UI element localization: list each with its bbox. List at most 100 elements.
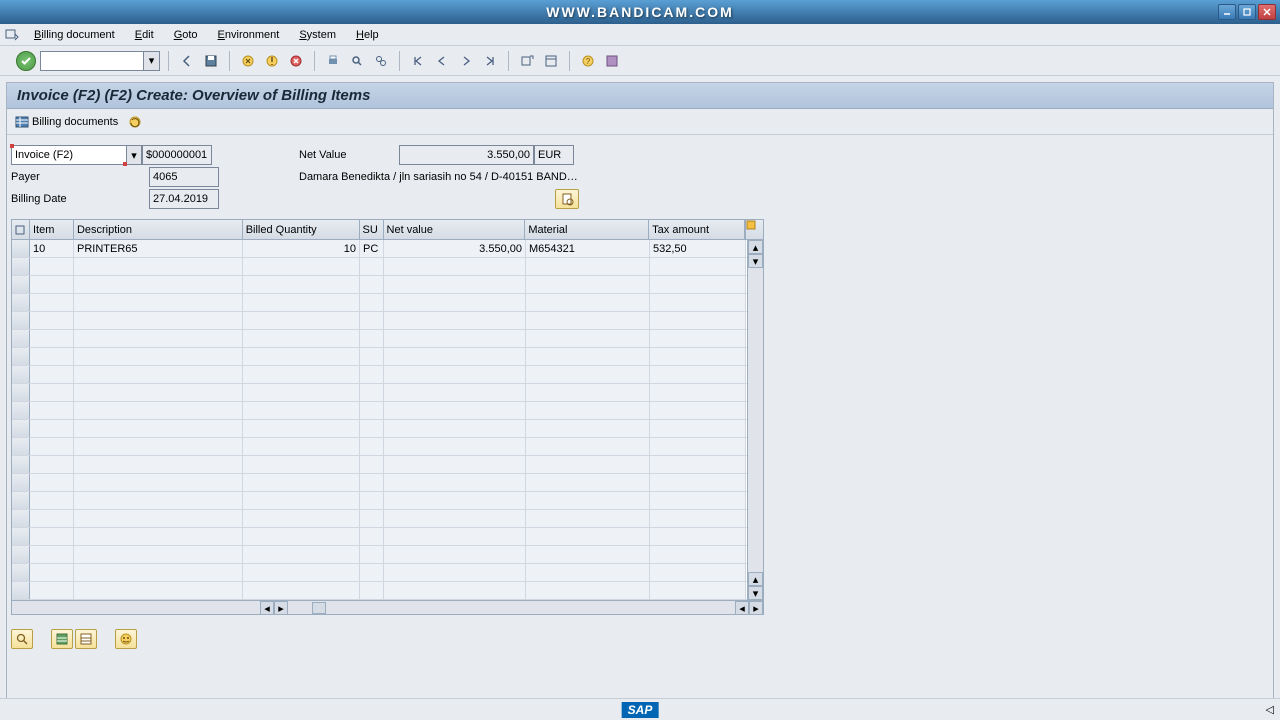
table-row[interactable] [12,528,763,546]
scroll-down-icon[interactable]: ▾ [748,254,763,268]
cell-qty[interactable] [243,420,360,437]
cell-net[interactable] [384,528,526,545]
close-button[interactable] [1258,4,1276,20]
cell-tax[interactable] [650,582,746,599]
help-button[interactable]: ? [578,51,598,71]
cell-tax[interactable] [650,492,746,509]
cell-description[interactable] [74,528,243,545]
table-row[interactable] [12,294,763,312]
cell-su[interactable] [360,510,384,527]
cell-su[interactable] [360,330,384,347]
payer-field[interactable]: 4065 [149,167,219,187]
cell-qty[interactable] [243,438,360,455]
row-selector[interactable] [12,492,30,509]
cell-qty[interactable] [243,492,360,509]
cell-tax[interactable] [650,528,746,545]
cell-su[interactable] [360,456,384,473]
cell-net[interactable] [384,258,526,275]
hscroll-left-icon[interactable]: ◂ [260,601,274,615]
cell-description[interactable] [74,402,243,419]
cell-item[interactable] [30,294,74,311]
cell-su[interactable] [360,276,384,293]
cell-su[interactable] [360,366,384,383]
cell-su[interactable] [360,348,384,365]
new-session-button[interactable] [517,51,537,71]
cell-item[interactable] [30,528,74,545]
scroll-up-icon[interactable]: ▴ [748,240,763,254]
cell-tax[interactable] [650,564,746,581]
cell-su[interactable] [360,258,384,275]
cell-material[interactable] [526,402,650,419]
cell-tax[interactable] [650,474,746,491]
cell-net[interactable]: 3.550,00 [384,240,526,257]
col-header-tax[interactable]: Tax amount [649,220,745,239]
status-expand-icon[interactable]: ◁ [1266,703,1274,716]
cell-net[interactable] [384,492,526,509]
cell-net[interactable] [384,312,526,329]
last-page-button[interactable] [480,51,500,71]
row-selector[interactable] [12,474,30,491]
billing-date-field[interactable]: 27.04.2019 [149,189,219,209]
cell-description[interactable] [74,492,243,509]
table-row[interactable] [12,456,763,474]
row-selector[interactable] [12,438,30,455]
row-selector[interactable] [12,294,30,311]
cell-tax[interactable] [650,510,746,527]
print-button[interactable] [323,51,343,71]
cell-su[interactable] [360,528,384,545]
row-selector[interactable] [12,510,30,527]
prev-page-button[interactable] [432,51,452,71]
select-all-button[interactable] [12,220,30,239]
cell-item[interactable] [30,420,74,437]
cell-tax[interactable] [650,384,746,401]
table-config-button[interactable] [745,220,763,239]
table-row[interactable] [12,474,763,492]
table-row[interactable] [12,348,763,366]
cell-net[interactable] [384,564,526,581]
cell-net[interactable] [384,348,526,365]
cell-qty[interactable] [243,564,360,581]
cell-net[interactable] [384,384,526,401]
cell-net[interactable] [384,330,526,347]
row-selector[interactable] [12,564,30,581]
hscroll-left2-icon[interactable]: ◂ [735,601,749,615]
end-button[interactable] [286,51,306,71]
cell-material[interactable] [526,510,650,527]
table-row[interactable]: 10PRINTER6510PC3.550,00M654321532,50 [12,240,763,258]
cell-tax[interactable] [650,276,746,293]
cell-item[interactable] [30,438,74,455]
cell-item[interactable] [30,312,74,329]
row-selector[interactable] [12,546,30,563]
cell-material[interactable] [526,456,650,473]
row-selector[interactable] [12,240,30,257]
cell-material[interactable] [526,582,650,599]
cell-description[interactable] [74,546,243,563]
cell-description[interactable] [74,258,243,275]
cell-qty[interactable] [243,384,360,401]
table-row[interactable] [12,564,763,582]
cell-net[interactable] [384,456,526,473]
cell-item[interactable] [30,330,74,347]
col-header-description[interactable]: Description [74,220,243,239]
cell-item[interactable] [30,384,74,401]
table-row[interactable] [12,420,763,438]
row-selector[interactable] [12,330,30,347]
menu-billing-document[interactable]: Billing document [24,26,125,44]
condition-button[interactable] [115,629,137,649]
table-row[interactable] [12,384,763,402]
cell-description[interactable] [74,366,243,383]
cell-qty[interactable] [243,312,360,329]
enter-button[interactable] [16,51,36,71]
table-row[interactable] [12,330,763,348]
cell-su[interactable] [360,312,384,329]
cell-material[interactable] [526,312,650,329]
cell-description[interactable] [74,294,243,311]
cell-material[interactable] [526,384,650,401]
cell-qty[interactable] [243,456,360,473]
cell-item[interactable] [30,492,74,509]
col-header-su[interactable]: SU [360,220,384,239]
back-button[interactable] [177,51,197,71]
find-next-button[interactable] [371,51,391,71]
maximize-button[interactable] [1238,4,1256,20]
cell-su[interactable]: PC [360,240,384,257]
